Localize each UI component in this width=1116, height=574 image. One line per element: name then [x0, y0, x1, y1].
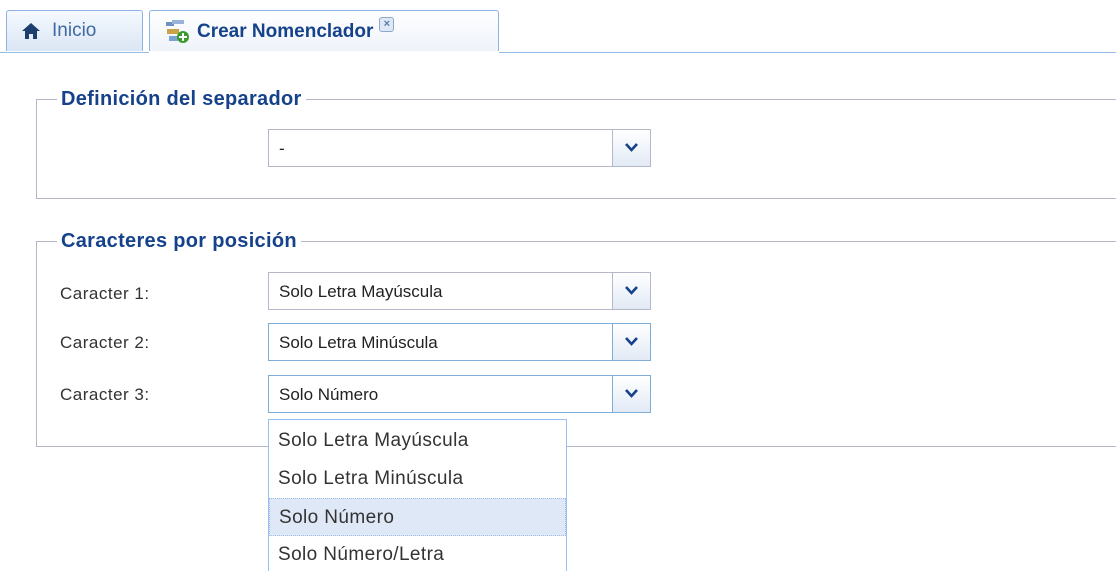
separator-combo[interactable]: -	[268, 129, 651, 167]
caracter-1-value: Solo Letra Mayúscula	[279, 282, 443, 301]
list-item[interactable]: Solo Letra Minúscula	[269, 460, 566, 498]
chevron-down-icon[interactable]	[612, 130, 650, 166]
caracter-2-label: Caracter 2:	[60, 333, 150, 352]
separator-legend: Definición del separador	[57, 87, 306, 111]
list-item-selected[interactable]: Solo Número	[269, 498, 566, 536]
chevron-down-icon[interactable]	[612, 376, 650, 412]
add-nomenclator-icon	[164, 19, 190, 45]
chars-legend: Caracteres por posición	[57, 229, 301, 253]
separator-combo-value: -	[279, 139, 285, 158]
chevron-down-icon[interactable]	[612, 324, 650, 360]
chevron-down-icon[interactable]	[612, 273, 650, 309]
caracter-1-label: Caracter 1:	[60, 284, 150, 303]
caracter-2-combo[interactable]: Solo Letra Minúscula	[268, 323, 651, 361]
caracter-3-label: Caracter 3:	[60, 385, 150, 404]
caracter-2-value: Solo Letra Minúscula	[279, 333, 438, 352]
close-icon[interactable]: ×	[379, 17, 395, 32]
caracter-3-combo[interactable]: Solo Número	[268, 375, 651, 413]
home-icon	[21, 21, 41, 41]
caracter-3-dropdown-list: Solo Letra Mayúscula Solo Letra Minúscul…	[268, 419, 567, 571]
tab-crear-nomenclador[interactable]: Crear Nomenclador ×	[149, 10, 499, 53]
list-item[interactable]: Solo Número/Letra	[269, 536, 566, 574]
tab-inicio-label: Inicio	[52, 20, 97, 41]
tab-crear-label: Crear Nomenclador	[197, 20, 374, 42]
tab-inicio[interactable]: Inicio	[6, 10, 143, 51]
list-item[interactable]: Solo Letra Mayúscula	[269, 422, 566, 460]
tab-strip: Inicio Crear Nomenclador ×	[0, 0, 1116, 53]
caracter-1-combo[interactable]: Solo Letra Mayúscula	[268, 272, 651, 310]
caracter-3-value: Solo Número	[279, 385, 379, 404]
